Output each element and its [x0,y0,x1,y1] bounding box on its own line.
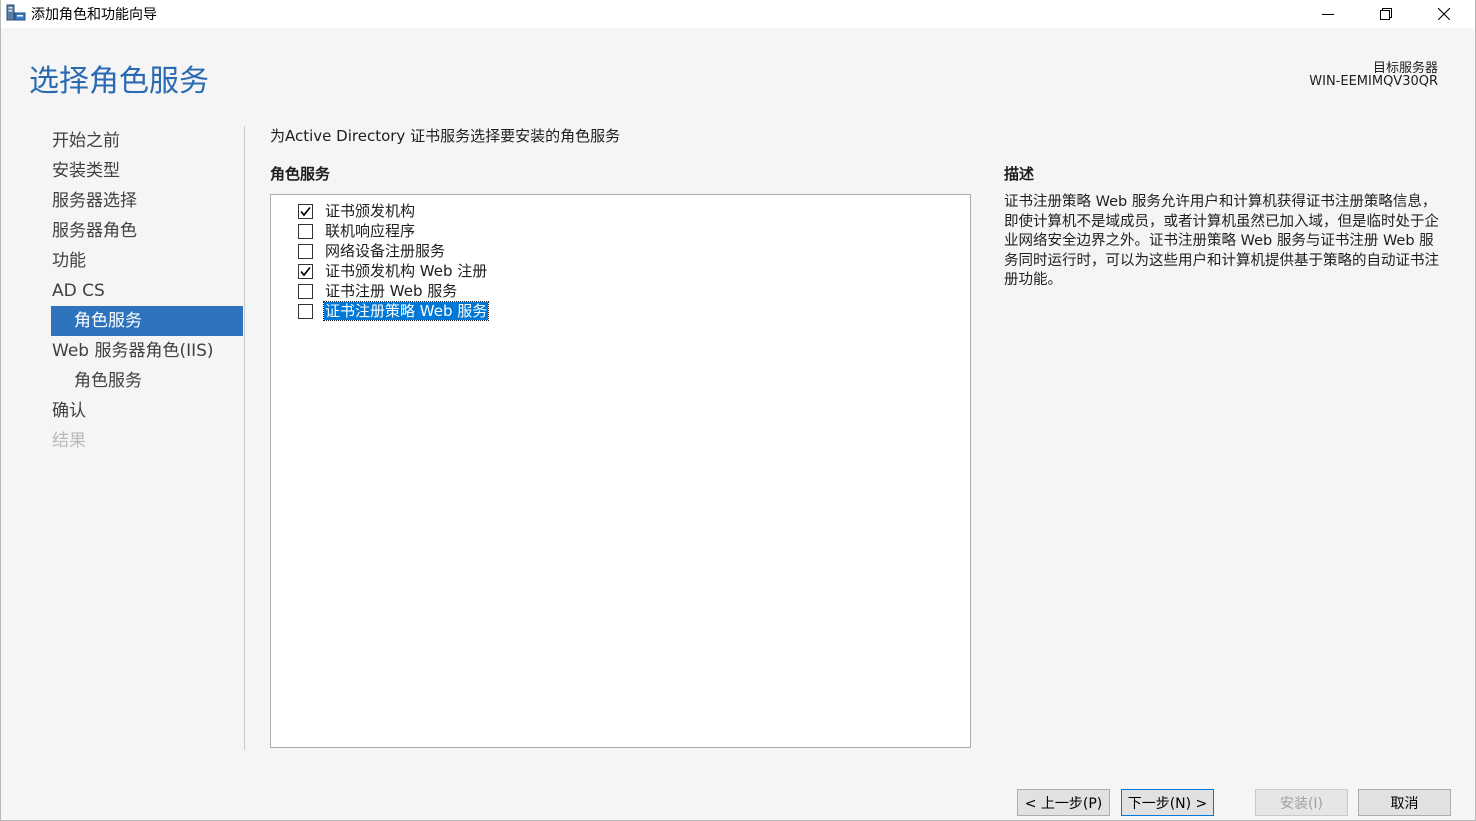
close-button[interactable] [1415,0,1473,28]
description-text: 证书注册策略 Web 服务允许用户和计算机获得证书注册策略信息，即使计算机不是域… [1004,194,1439,288]
role-label: 证书颁发机构 [325,202,416,220]
nav-item-server-selection[interactable]: 服务器选择 [51,186,243,216]
nav-item-features[interactable]: 功能 [51,246,243,276]
role-item-certification-authority[interactable]: 证书颁发机构 [298,201,416,221]
cancel-button[interactable]: 取消 [1358,789,1451,816]
next-button[interactable]: 下一步(N) > [1121,789,1214,816]
target-server-name: WIN-EEMIMQV30QR [1309,74,1438,89]
checkmark-icon [300,266,311,276]
nav-item-installation-type[interactable]: 安装类型 [51,156,243,186]
title-bar[interactable]: 添加角色和功能向导 [1,0,1475,28]
checkmark-icon [300,206,311,216]
role-label-selected: 证书注册策略 Web 服务 [322,301,490,321]
role-checkbox[interactable] [298,303,313,319]
role-checkbox[interactable] [298,243,313,259]
nav-item-iis-role-services[interactable]: 角色服务 [51,366,243,396]
description-heading: 描述 [1004,165,1035,183]
nav-item-results: 结果 [52,431,86,451]
minimize-button[interactable] [1299,0,1357,28]
previous-button[interactable]: < 上一步(P) [1017,789,1110,816]
instruction-text: 为Active Directory 证书服务选择要安装的角色服务 [270,127,621,145]
wizard-window: 添加角色和功能向导 选择角色服务 目标服务器 WIN-EEMIMQV30QR 开… [0,0,1476,821]
nav-item-adcs-role-services[interactable]: 角色服务 [51,306,243,336]
maximize-button[interactable] [1357,0,1415,28]
nav-divider [244,126,245,750]
role-label: 网络设备注册服务 [325,242,446,260]
nav-item-confirmation[interactable]: 确认 [51,396,243,426]
window-title: 添加角色和功能向导 [31,7,157,23]
page-title: 选择角色服务 [29,64,209,99]
role-checkbox[interactable] [298,263,313,279]
role-item-cert-enrollment-web-service[interactable]: 证书注册 Web 服务 [298,281,458,301]
role-item-network-device-enrollment[interactable]: 网络设备注册服务 [298,241,446,261]
role-label: 证书注册 Web 服务 [325,282,458,300]
role-checkbox[interactable] [298,283,313,299]
nav-item-ad-cs[interactable]: AD CS [51,276,243,306]
restore-icon [1380,5,1392,24]
role-item-cert-enrollment-policy-web-service[interactable]: 证书注册策略 Web 服务 [298,301,490,321]
role-label: 证书颁发机构 Web 注册 [325,262,488,280]
nav-item-server-roles[interactable]: 服务器角色 [51,216,243,246]
role-checkbox[interactable] [298,223,313,239]
role-label: 联机响应程序 [325,222,416,240]
wizard-nav: 开始之前 安装类型 服务器选择 服务器角色 功能 AD CS 角色服务 Web … [51,126,243,456]
install-button: 安装(I) [1255,789,1348,816]
role-services-heading: 角色服务 [270,165,331,183]
role-item-online-responder[interactable]: 联机响应程序 [298,221,416,241]
nav-item-before-you-begin[interactable]: 开始之前 [51,126,243,156]
role-checkbox[interactable] [298,203,313,219]
role-item-ca-web-enrollment[interactable]: 证书颁发机构 Web 注册 [298,261,488,281]
server-manager-icon [6,4,26,22]
minimize-icon [1322,5,1334,24]
nav-item-web-server-role[interactable]: Web 服务器角色(IIS) [51,336,243,366]
close-icon [1437,5,1451,24]
role-services-list[interactable]: 证书颁发机构 联机响应程序 网络设备注册服务 证书颁发机构 Web 注册 证书注… [270,194,971,748]
